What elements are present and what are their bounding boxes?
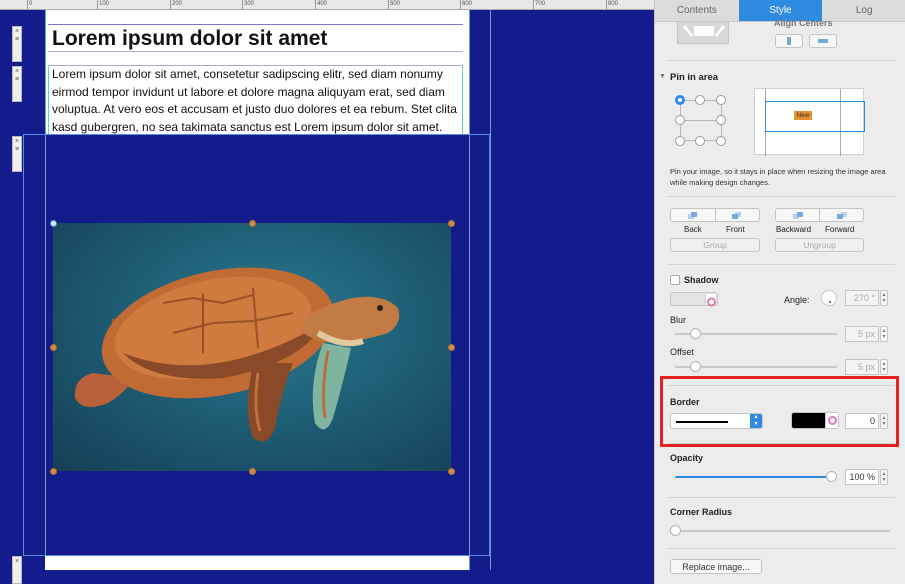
pin-preview: New <box>754 88 865 156</box>
replace-image-button[interactable]: Replace image... <box>670 559 762 574</box>
resize-handle[interactable] <box>50 468 57 475</box>
resize-handle[interactable] <box>50 220 57 227</box>
pin-section-title: Pin in area <box>670 72 719 83</box>
disclosure-triangle-icon[interactable]: ▼ <box>659 73 666 80</box>
tab-contents[interactable]: Contents <box>655 0 739 21</box>
pin-anchor-grid[interactable] <box>675 95 730 147</box>
tab-log[interactable]: Log <box>822 0 905 21</box>
next-section-preview <box>45 556 469 570</box>
drag-handle[interactable]: × <box>12 556 22 584</box>
resize-handle[interactable] <box>448 220 455 227</box>
ruler-label: 300 <box>244 1 255 7</box>
pin-description: Pin your image, so it stays in place whe… <box>670 167 886 187</box>
horizontal-ruler: 0 100 200 300 400 500 600 700 800 <box>0 0 654 10</box>
pin-new-badge: New <box>794 111 812 120</box>
opacity-slider-track[interactable] <box>675 476 837 478</box>
angle-stepper[interactable]: ▴ ▾ <box>880 290 888 306</box>
ungroup-button[interactable]: Ungroup <box>775 238 864 252</box>
group-button[interactable]: Group <box>670 238 760 252</box>
corner-radius-slider-track[interactable] <box>675 530 890 532</box>
angle-input[interactable]: 270 ° <box>845 290 879 306</box>
blur-input[interactable]: 5 px <box>845 326 879 342</box>
blur-slider-knob[interactable] <box>690 328 701 339</box>
backward-label: Backward <box>776 225 812 234</box>
ruler-label: 0 <box>29 1 33 7</box>
send-to-back-button[interactable] <box>671 209 716 221</box>
drag-handle[interactable]: × ≡ <box>12 136 22 172</box>
resize-handle[interactable] <box>448 344 455 351</box>
align-vertical-icon <box>787 37 791 45</box>
ruler-label: 800 <box>608 1 619 7</box>
offset-input[interactable]: 5 px <box>845 359 879 375</box>
color-wheel-icon <box>705 294 716 307</box>
border-section-highlight <box>660 376 899 447</box>
back-front-segment <box>670 208 760 222</box>
shadow-checkbox[interactable] <box>670 275 680 285</box>
pin-bottom-dot[interactable] <box>695 136 705 146</box>
opacity-stepper[interactable]: ▴ ▾ <box>880 469 888 485</box>
align-centers-label: Align Centers <box>774 18 833 28</box>
drag-handle[interactable]: × ≡ <box>12 66 22 102</box>
resize-handle[interactable] <box>448 468 455 475</box>
ruler-label: 200 <box>172 1 183 7</box>
layout-guide <box>490 10 491 584</box>
angle-dial[interactable] <box>821 290 837 306</box>
drag-handle[interactable]: × ≡ <box>12 26 22 62</box>
align-preview-icon <box>677 22 729 44</box>
turtle-image[interactable] <box>53 223 451 471</box>
design-canvas[interactable]: 0 100 200 300 400 500 600 700 800 × ≡ × ≡ … <box>0 0 654 584</box>
ruler-label: 700 <box>535 1 546 7</box>
align-center-vertical-button[interactable] <box>775 34 803 48</box>
resize-handle[interactable] <box>50 344 57 351</box>
opacity-slider-knob[interactable] <box>826 471 837 482</box>
front-icon <box>732 211 742 219</box>
backward-icon <box>792 211 803 219</box>
resize-handle[interactable] <box>249 220 256 227</box>
opacity-label: Opacity <box>670 453 704 463</box>
shadow-label: Shadow <box>684 275 719 285</box>
send-backward-button[interactable] <box>776 209 820 221</box>
bring-to-front-button[interactable] <box>716 209 760 221</box>
bring-forward-button[interactable] <box>820 209 863 221</box>
canvas-footer <box>22 570 491 584</box>
forward-icon <box>836 211 847 219</box>
align-horizontal-icon <box>818 39 828 43</box>
ruler-label: 600 <box>462 1 473 7</box>
pin-bottom-left-dot[interactable] <box>675 136 685 146</box>
pin-top-dot[interactable] <box>695 95 705 105</box>
front-label: Front <box>726 225 745 234</box>
ruler-label: 500 <box>390 1 401 7</box>
forward-label: Forward <box>825 225 855 234</box>
ruler-label: 400 <box>317 1 328 7</box>
pin-top-right-dot[interactable] <box>716 95 726 105</box>
backward-forward-segment <box>775 208 864 222</box>
headline-text[interactable]: Lorem ipsum dolor sit amet <box>52 27 327 51</box>
corner-radius-slider-knob[interactable] <box>670 525 681 536</box>
align-center-horizontal-button[interactable] <box>809 34 837 48</box>
inspector-panel: Contents Style Log Align Centers ▼ Pin i… <box>654 0 905 584</box>
offset-slider-knob[interactable] <box>690 361 701 372</box>
offset-label: Offset <box>670 347 694 357</box>
paragraph-text[interactable]: Lorem ipsum dolor sit amet, consetetur s… <box>52 66 460 136</box>
shadow-color-well[interactable] <box>670 292 718 307</box>
offset-stepper[interactable]: ▴ ▾ <box>880 359 888 375</box>
angle-label: Angle: <box>784 295 810 305</box>
pin-right-dot[interactable] <box>716 115 726 125</box>
corner-radius-label: Corner Radius <box>670 507 733 517</box>
resize-handle[interactable] <box>249 468 256 475</box>
opacity-input[interactable]: 100 % <box>845 469 879 485</box>
pin-bottom-right-dot[interactable] <box>716 136 726 146</box>
pin-top-left-dot[interactable] <box>675 95 685 105</box>
blur-label: Blur <box>670 315 687 325</box>
back-icon <box>687 211 697 219</box>
blur-stepper[interactable]: ▴ ▾ <box>880 326 888 342</box>
ruler-label: 100 <box>99 1 110 7</box>
pin-left-dot[interactable] <box>675 115 685 125</box>
back-label: Back <box>684 225 702 234</box>
